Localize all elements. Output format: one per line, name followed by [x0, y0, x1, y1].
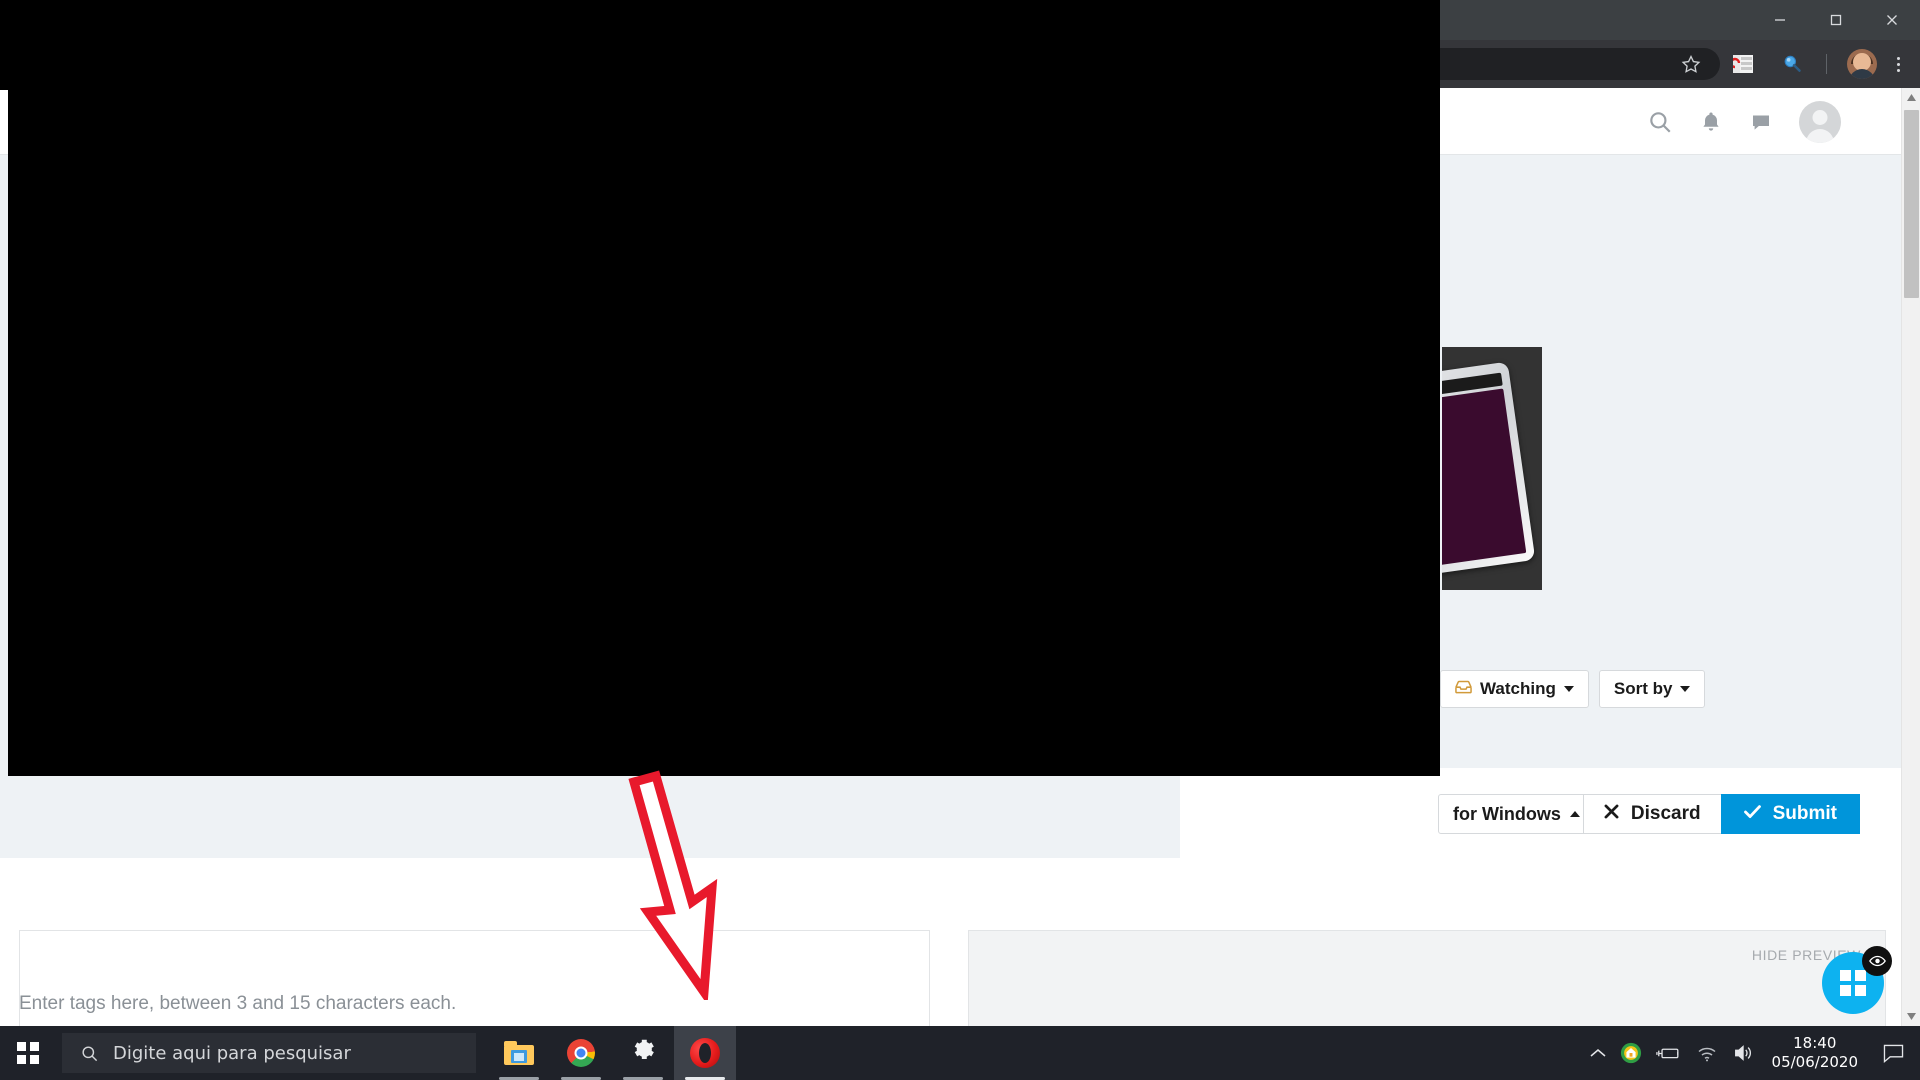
black-overlay-window — [8, 8, 1440, 776]
comment-icon[interactable] — [1749, 110, 1773, 134]
chevron-down-icon — [1680, 686, 1691, 692]
taskbar-app-google-chrome[interactable] — [550, 1026, 612, 1080]
thumbnail-screen — [1442, 388, 1527, 568]
check-icon — [1743, 803, 1761, 825]
battery-icon[interactable] — [1655, 1045, 1682, 1061]
sort-by-dropdown[interactable]: Sort by — [1598, 670, 1706, 708]
post-thumbnail[interactable] — [1442, 347, 1542, 590]
windows-assistant-fab[interactable] — [1822, 946, 1892, 1014]
avatar-face — [1853, 52, 1871, 71]
taskbar-app-list — [488, 1026, 736, 1080]
kebab-menu-icon[interactable] — [1886, 52, 1910, 76]
taskbar-app-opera[interactable] — [674, 1026, 736, 1080]
clock-time: 18:40 — [1793, 1034, 1837, 1053]
black-overlay-top-strip — [0, 0, 1440, 8]
taskbar-search-input[interactable]: Digite aqui para pesquisar — [62, 1033, 476, 1073]
windows-taskbar: Digite aqui para pesquisar 18:40 05/06/2… — [0, 1026, 1920, 1080]
header-icon-group — [1647, 88, 1841, 155]
extension-icon[interactable] — [1729, 50, 1757, 78]
windows-start-icon — [17, 1042, 39, 1064]
scroll-down-arrow-icon[interactable] — [1902, 1007, 1920, 1026]
platform-label: for Windows — [1453, 803, 1561, 824]
avatar-body — [1849, 69, 1875, 79]
submit-button-group: Discard Submit — [1582, 794, 1860, 834]
platform-dropdown[interactable]: for Windows — [1438, 794, 1595, 834]
windows-logo-icon — [1840, 970, 1866, 996]
taskbar-search-placeholder: Digite aqui para pesquisar — [113, 1042, 351, 1064]
inbox-icon — [1455, 679, 1472, 699]
sort-by-label: Sort by — [1613, 679, 1673, 698]
opera-icon — [690, 1038, 720, 1068]
wifi-icon[interactable] — [1696, 1044, 1718, 1062]
security-icon[interactable] — [1620, 1042, 1642, 1064]
tags-hint-text: Enter tags here, between 3 and 15 charac… — [19, 993, 457, 1014]
window-controls — [1752, 0, 1920, 40]
scrollbar-thumb[interactable] — [1904, 110, 1919, 298]
show-hidden-icons[interactable] — [1590, 1048, 1606, 1058]
bookmark-star-icon[interactable] — [1677, 50, 1705, 78]
scroll-up-arrow-icon[interactable] — [1902, 88, 1920, 107]
notifications-icon[interactable] — [1876, 1044, 1910, 1063]
close-icon — [1885, 13, 1899, 27]
filter-row: Watching Sort by — [1440, 670, 1706, 708]
clock-date: 05/06/2020 — [1771, 1053, 1858, 1071]
avatar-head — [1812, 109, 1828, 125]
bell-icon[interactable] — [1699, 110, 1723, 134]
folder-icon — [504, 1041, 534, 1065]
screen: Watching Sort by for Windows Discard Sub… — [0, 0, 1920, 1080]
start-button[interactable] — [0, 1026, 56, 1080]
watching-label: Watching — [1480, 679, 1556, 698]
minimize-icon — [1773, 13, 1787, 27]
black-overlay-left-strip — [0, 0, 8, 90]
maximize-button[interactable] — [1808, 0, 1864, 40]
chevron-up-icon — [1569, 811, 1580, 817]
thumbnail-device-image — [1442, 361, 1536, 577]
user-avatar[interactable] — [1799, 100, 1841, 143]
taskbar-app-settings[interactable] — [612, 1026, 674, 1080]
minimize-button[interactable] — [1752, 0, 1808, 40]
chrome-profile-avatar[interactable] — [1847, 49, 1877, 79]
search-icon — [80, 1044, 99, 1063]
watching-dropdown[interactable]: Watching — [1440, 670, 1589, 708]
taskbar-clock[interactable]: 18:40 05/06/2020 — [1772, 1034, 1858, 1072]
magnifier-extension-icon[interactable] — [1778, 50, 1806, 78]
preview-panel: HIDE PREVIEW — [968, 930, 1886, 1026]
action-bar: for Windows Discard Submit — [1180, 768, 1901, 858]
maximize-icon — [1829, 13, 1843, 27]
discard-button[interactable]: Discard — [1582, 794, 1721, 834]
page-scrollbar[interactable] — [1901, 88, 1920, 1026]
gear-icon — [630, 1037, 657, 1069]
volume-icon[interactable] — [1732, 1043, 1754, 1063]
discard-label: Discard — [1630, 803, 1701, 824]
submit-button[interactable]: Submit — [1720, 794, 1860, 834]
x-icon — [1604, 803, 1619, 825]
chevron-down-icon — [1563, 686, 1574, 692]
submit-label: Submit — [1772, 803, 1837, 824]
system-tray: 18:40 05/06/2020 — [1590, 1026, 1920, 1080]
search-icon[interactable] — [1647, 109, 1673, 135]
chrome-icon — [567, 1039, 595, 1067]
avatar-shoulders — [1806, 128, 1834, 143]
taskbar-app-file-explorer[interactable] — [488, 1026, 550, 1080]
eye-icon[interactable] — [1862, 946, 1892, 976]
close-button[interactable] — [1864, 0, 1920, 40]
toolbar-divider — [1826, 54, 1827, 74]
